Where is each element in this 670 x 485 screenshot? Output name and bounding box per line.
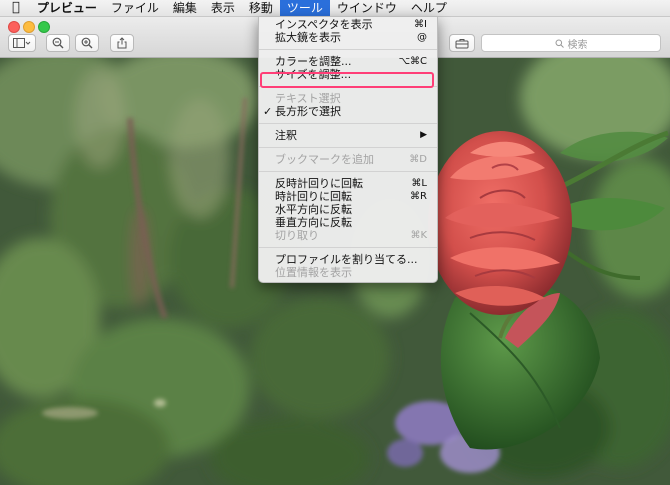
menu-item-text-selection: テキスト選択 (275, 92, 341, 105)
menu-item-show-magnifier[interactable]: 拡大鏡を表示 @ (259, 31, 437, 44)
search-field[interactable]: 検索 (481, 34, 661, 52)
menu-preview[interactable]: プレビュー (30, 0, 104, 16)
menu-separator (259, 49, 437, 50)
shortcut-label: ⌘R (410, 191, 427, 202)
menu-separator (259, 123, 437, 124)
menu-item-flip-horizontal[interactable]: 水平方向に反転 (259, 203, 437, 216)
menu-window[interactable]: ウインドウ (330, 0, 404, 16)
menu-item-crop: 切り取り ⌘K (275, 229, 427, 242)
checkmark-icon: ✓ (263, 105, 273, 118)
menu-item-add-bookmark: ブックマークを追加 ⌘D (275, 153, 427, 166)
sidebar-icon (13, 38, 31, 48)
menu-separator (259, 171, 437, 172)
menu-separator (259, 86, 437, 87)
apple-logo-icon:  (12, 0, 20, 15)
menu-item-rectangular-selection[interactable]: ✓ 長方形で選択 (259, 105, 437, 118)
shortcut-label: ⌥⌘C (398, 56, 427, 67)
shortcut-label: @ (417, 32, 427, 43)
shortcut-label: ⌘K (410, 230, 427, 241)
menu-item-adjust-color[interactable]: カラーを調整... ⌥⌘C (259, 55, 437, 68)
menu-item-annotate[interactable]: 注釈 ▶ (259, 129, 437, 142)
menu-separator (259, 247, 437, 248)
minimize-window-button[interactable] (23, 21, 35, 33)
zoom-out-button[interactable] (46, 34, 70, 52)
tools-menu-dropdown: インスペクタを表示 ⌘I 拡大鏡を表示 @ カラーを調整... ⌥⌘C サイズを… (258, 16, 438, 283)
search-placeholder: 検索 (567, 39, 588, 51)
menu-file[interactable]: ファイル (104, 0, 166, 16)
share-button[interactable] (110, 34, 134, 52)
zoom-in-icon (81, 37, 93, 49)
menu-item-flip-vertical[interactable]: 垂直方向に反転 (259, 216, 437, 229)
close-window-button[interactable] (8, 21, 20, 33)
shortcut-label: ⌘I (414, 19, 427, 30)
menu-item-adjust-size[interactable]: サイズを調整... (259, 68, 437, 81)
zoom-in-button[interactable] (75, 34, 99, 52)
menu-item-show-inspector[interactable]: インスペクタを表示 ⌘I (259, 18, 437, 31)
zoom-window-button[interactable] (38, 21, 50, 33)
menu-separator (259, 147, 437, 148)
menu-item-assign-profile[interactable]: プロファイルを割り当てる... (259, 253, 437, 266)
menu-item-rotate-right[interactable]: 時計回りに回転 ⌘R (259, 190, 437, 203)
menu-edit[interactable]: 編集 (166, 0, 204, 16)
menu-help[interactable]: ヘルプ (404, 0, 454, 16)
share-icon (117, 37, 127, 49)
search-icon (555, 39, 564, 48)
menu-tools[interactable]: ツール (279, 0, 330, 16)
shortcut-label: ⌘L (411, 178, 427, 189)
menu-view[interactable]: 表示 (204, 0, 242, 16)
submenu-arrow-icon: ▶ (420, 130, 427, 140)
menu-go[interactable]: 移動 (242, 0, 280, 16)
menu-item-rotate-left[interactable]: 反時計回りに回転 ⌘L (259, 177, 437, 190)
apple-menu[interactable]:  (0, 0, 30, 16)
markup-toolbar-button[interactable] (449, 34, 475, 52)
shortcut-label: ⌘D (409, 154, 427, 165)
zoom-out-icon (52, 37, 64, 49)
sidebar-toggle-button[interactable] (8, 34, 36, 52)
markup-toolbox-icon (455, 38, 469, 48)
menu-bar:  プレビュー ファイル 編集 表示 移動 ツール ウインドウ ヘルプ (0, 0, 670, 17)
menu-item-show-location: 位置情報を表示 (275, 266, 352, 279)
